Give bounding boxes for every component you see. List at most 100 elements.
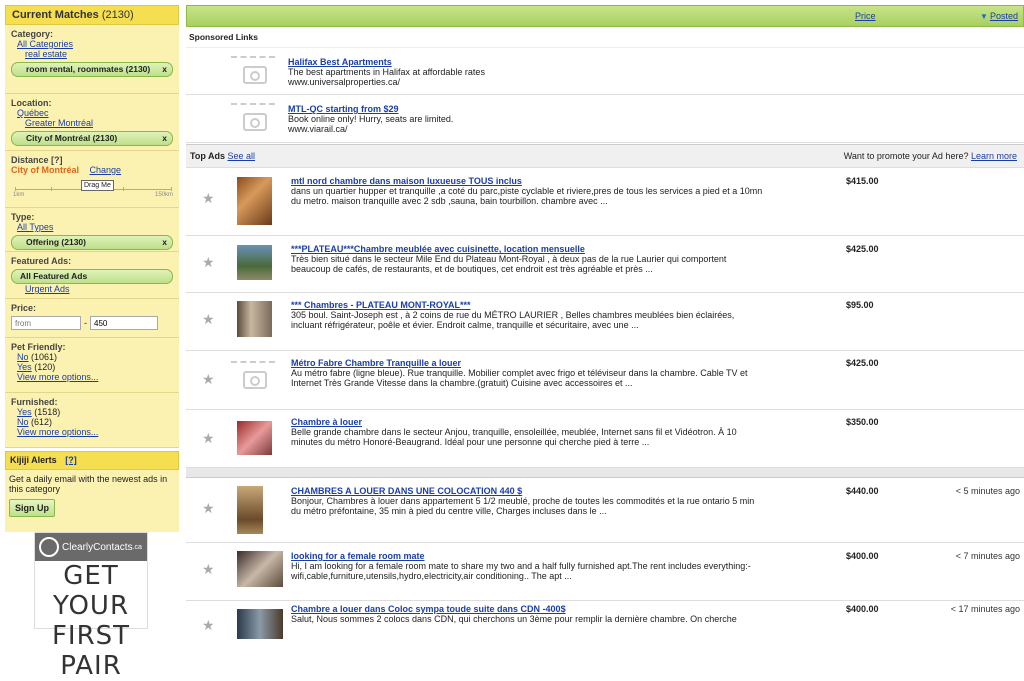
urgent-ads-link[interactable]: Urgent Ads (25, 284, 70, 294)
banner-logo: ClearlyContacts .ca (35, 533, 147, 561)
listing-row[interactable]: ★ ***PLATEAU***Chambre meublée avec cuis… (186, 236, 1024, 293)
listing-desc-2: incluant réfrigérateur, poêle et évier. … (291, 320, 639, 330)
quebec-link[interactable]: Québec (17, 108, 49, 118)
change-distance-link[interactable]: Change (90, 165, 122, 175)
current-matches-count: (2130) (101, 9, 134, 21)
current-matches-header: Current Matches (2130) (5, 5, 179, 25)
furnished-no-link[interactable]: No (17, 417, 29, 427)
sort-header-bar: Price ▼ Posted (186, 5, 1024, 27)
listing-title[interactable]: *** Chambres - PLATEAU MONT-ROYAL*** (291, 300, 781, 310)
all-types-link[interactable]: All Types (17, 222, 53, 232)
listing-row[interactable]: ★ looking for a female room mate Hi, I a… (186, 543, 1024, 601)
star-favorite-icon[interactable]: ★ (202, 371, 215, 388)
listing-desc-1: Très bien situé dans le secteur Mile End… (291, 254, 727, 264)
clearlycontacts-banner-ad[interactable]: ClearlyContacts .ca GET YOUR FIRST PAIR (34, 532, 148, 681)
location-pill-label: City of Montréal (2130) (26, 133, 118, 143)
alerts-help-link[interactable]: [?] (65, 455, 77, 465)
sponsored-title[interactable]: Halifax Best Apartments (288, 57, 485, 67)
furnished-no-count: (612) (31, 417, 53, 427)
listing-title[interactable]: CHAMBRES A LOUER DANS UNE COLOCATION 440… (291, 486, 781, 496)
greater-montreal-link[interactable]: Greater Montréal (25, 118, 93, 128)
listing-desc-2: beaucoup de cafés, de restaurants, et de… (291, 264, 653, 274)
remove-type-icon[interactable]: x (162, 236, 167, 249)
sort-by-posted-link[interactable]: Posted (990, 11, 1018, 21)
sign-up-button[interactable]: Sign Up (9, 499, 55, 517)
remove-category-icon[interactable]: x (162, 63, 167, 76)
listing-thumbnail[interactable] (237, 245, 272, 280)
listing-desc-2: du metro. maison tranquille avec 2 sdb ,… (291, 196, 608, 206)
sponsored-item[interactable]: MTL-QC starting from $29 Book online onl… (186, 95, 1024, 143)
listing-desc-1: Au métro fabre (ligne bleue). Rue tranqu… (291, 368, 748, 378)
listing-price: $425.00 (846, 358, 879, 368)
pet-yes-link[interactable]: Yes (17, 362, 32, 372)
category-filter-pill: room rental, roommates (2130) x (11, 62, 173, 77)
sponsored-item[interactable]: Halifax Best Apartments The best apartme… (186, 48, 1024, 95)
listing-title[interactable]: looking for a female room mate (291, 551, 781, 561)
listing-price: $425.00 (846, 244, 879, 254)
pet-yes-count: (120) (34, 362, 56, 372)
featured-section: Featured Ads: All Featured Ads Urgent Ad… (5, 252, 179, 299)
sort-desc-icon: ▼ (980, 12, 988, 21)
listing-row[interactable]: ★ *** Chambres - PLATEAU MONT-ROYAL*** 3… (186, 293, 1024, 351)
listing-row[interactable]: ★ Métro Fabre Chambre Tranquille a louer… (186, 351, 1024, 410)
sponsored-desc: Book online only! Hurry, seats are limit… (288, 114, 454, 124)
listing-price: $95.00 (846, 300, 874, 310)
all-featured-pill[interactable]: All Featured Ads (11, 269, 173, 284)
star-favorite-icon[interactable]: ★ (202, 500, 215, 517)
banner-brand-suffix: .ca (132, 543, 142, 551)
see-all-link[interactable]: See all (228, 151, 256, 161)
remove-location-icon[interactable]: x (162, 132, 167, 145)
listing-thumbnail[interactable] (237, 421, 272, 455)
listing-thumbnail[interactable] (237, 551, 283, 587)
all-categories-link[interactable]: All Categories (17, 39, 73, 49)
listing-row[interactable]: ★ mtl nord chambre dans maison luxueuse … (186, 168, 1024, 236)
alerts-header: Kijiji Alerts [?] (5, 451, 179, 470)
listing-price: $440.00 (846, 486, 879, 496)
listing-row[interactable]: ★ Chambre à louer Belle grande chambre d… (186, 410, 1024, 468)
furnished-yes-link[interactable]: Yes (17, 407, 32, 417)
star-favorite-icon[interactable]: ★ (202, 311, 215, 328)
listing-desc-2: Internet Très Grande Vitesse dans la cha… (291, 378, 633, 388)
listing-title[interactable]: Chambre à louer (291, 417, 781, 427)
sort-by-price-link[interactable]: Price (855, 11, 876, 21)
location-title: Location: (11, 98, 52, 108)
real-estate-link[interactable]: real estate (25, 49, 67, 59)
distance-section: Distance [?] City of Montréal Change Dra… (5, 151, 179, 208)
location-filter-pill: City of Montréal (2130) x (11, 131, 173, 146)
clearlycontacts-logo-icon (39, 537, 59, 557)
star-favorite-icon[interactable]: ★ (202, 430, 215, 447)
learn-more-link[interactable]: Learn more (971, 151, 1017, 161)
pet-more-link[interactable]: View more options... (17, 372, 98, 382)
sponsored-url: www.viarail.ca/ (288, 124, 348, 134)
listing-thumbnail[interactable] (237, 609, 283, 639)
listing-time: < 17 minutes ago (950, 604, 1020, 614)
listing-thumbnail[interactable] (237, 301, 272, 337)
listing-title[interactable]: Métro Fabre Chambre Tranquille a louer (291, 358, 781, 368)
category-section: Category: All Categories real estate roo… (5, 25, 179, 94)
separator (186, 468, 1024, 478)
star-favorite-icon[interactable]: ★ (202, 561, 215, 578)
price-to-input[interactable] (90, 316, 158, 330)
alerts-title: Kijiji Alerts (10, 455, 57, 465)
price-from-input[interactable] (11, 316, 81, 330)
listing-row[interactable]: ★ CHAMBRES A LOUER DANS UNE COLOCATION 4… (186, 478, 1024, 543)
star-favorite-icon[interactable]: ★ (202, 617, 215, 634)
listing-thumbnail[interactable] (237, 486, 263, 534)
listing-title[interactable]: Chambre a louer dans Coloc sympa toude s… (291, 604, 781, 614)
star-favorite-icon[interactable]: ★ (202, 254, 215, 271)
listing-title[interactable]: mtl nord chambre dans maison luxueuse TO… (291, 176, 781, 186)
listing-desc-1: Hi, I am looking for a female room mate … (291, 561, 751, 571)
distance-city: City of Montréal (11, 165, 80, 175)
distance-slider[interactable]: Drag Me 1km 150km (11, 178, 173, 200)
alerts-body: Get a daily email with the newest ads in… (5, 470, 179, 532)
slider-handle[interactable]: Drag Me (81, 180, 114, 191)
star-favorite-icon[interactable]: ★ (202, 190, 215, 207)
sponsored-title[interactable]: MTL-QC starting from $29 (288, 104, 453, 114)
listing-thumbnail[interactable] (237, 177, 272, 225)
listing-row[interactable]: ★ Chambre a louer dans Coloc sympa toude… (186, 601, 1024, 641)
listing-title[interactable]: ***PLATEAU***Chambre meublée avec cuisin… (291, 244, 781, 254)
listing-time: < 5 minutes ago (955, 486, 1020, 496)
furnished-more-link[interactable]: View more options... (17, 427, 98, 437)
pet-no-link[interactable]: No (17, 352, 29, 362)
pet-no-count: (1061) (31, 352, 58, 362)
